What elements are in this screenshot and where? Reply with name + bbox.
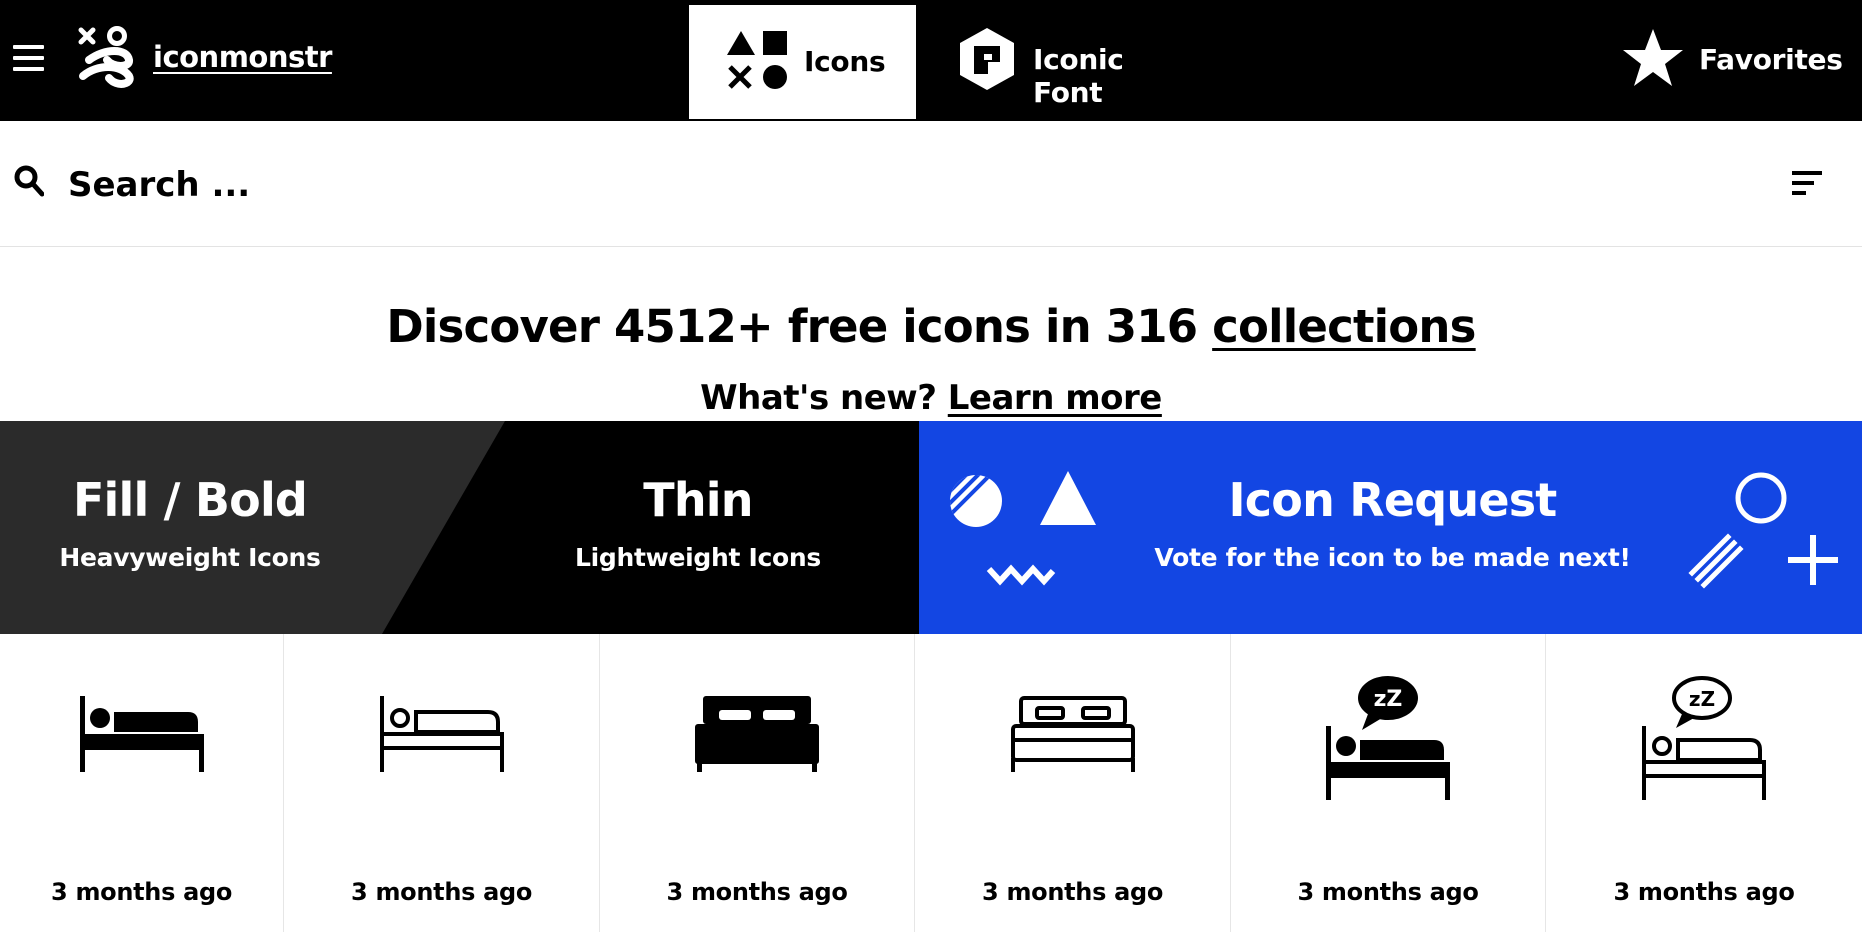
fill-bold-subtitle: Heavyweight Icons xyxy=(59,543,321,572)
svg-text:zZ: zZ xyxy=(1689,687,1715,711)
icon-request-title: Icon Request xyxy=(1228,473,1557,527)
icon-card[interactable]: zZ 3 months ago xyxy=(1546,634,1862,932)
headline-text: Discover 4512+ free icons in 316 xyxy=(386,300,1213,353)
tab-iconic-font-label: Iconic Font xyxy=(1033,43,1124,109)
circle-outline-icon xyxy=(1735,472,1787,524)
tab-favorites[interactable]: Favorites xyxy=(1620,0,1860,121)
page-headline: Discover 4512+ free icons in 316 collect… xyxy=(0,300,1862,353)
tab-icons[interactable]: Icons xyxy=(689,5,916,119)
double-bed-outline-icon xyxy=(1010,696,1135,772)
double-bed-filled-icon xyxy=(695,696,820,772)
fill-bold-title: Fill / Bold xyxy=(72,473,308,527)
iconmonstr-logo-icon[interactable] xyxy=(77,26,139,90)
brand-name[interactable]: iconmonstr xyxy=(153,40,332,74)
learn-more-link[interactable]: Learn more xyxy=(948,378,1163,418)
whats-new-text: What's new? xyxy=(700,378,948,418)
thin-link[interactable]: Thin Lightweight Icons xyxy=(440,421,920,634)
bed-filled-icon xyxy=(79,696,204,772)
icon-card[interactable]: zZ 3 months ago xyxy=(1231,634,1547,932)
shapes-icon xyxy=(727,31,787,89)
icon-timestamp: 3 months ago xyxy=(981,878,1164,906)
collection-banner: Fill / Bold Heavyweight Icons Thin Light… xyxy=(0,421,1862,634)
icon-card[interactable]: 3 months ago xyxy=(915,634,1232,932)
font-hexagon-icon xyxy=(960,28,1014,90)
icon-timestamp: 3 months ago xyxy=(351,878,533,906)
icon-request-subtitle: Vote for the icon to be made next! xyxy=(1154,543,1631,572)
icon-timestamp: 3 months ago xyxy=(50,878,233,906)
icon-timestamp: 3 months ago xyxy=(1297,878,1479,906)
icon-card[interactable]: 3 months ago xyxy=(284,634,601,932)
tab-icons-label: Icons xyxy=(804,45,886,78)
search-input[interactable] xyxy=(68,157,1068,213)
star-icon xyxy=(1623,29,1683,86)
striped-circle-icon xyxy=(950,475,1002,527)
sleeping-filled-icon: zZ xyxy=(1326,676,1451,800)
sleeping-outline-icon: zZ xyxy=(1642,676,1766,800)
icon-card[interactable]: 3 months ago xyxy=(600,634,916,932)
tab-favorites-label: Favorites xyxy=(1699,43,1843,76)
thin-subtitle: Lightweight Icons xyxy=(575,543,821,572)
icon-card[interactable]: 3 months ago xyxy=(0,634,285,932)
filter-sort-icon[interactable] xyxy=(1792,169,1826,201)
collections-link[interactable]: collections xyxy=(1212,300,1476,353)
fill-bold-link[interactable]: Fill / Bold Heavyweight Icons xyxy=(0,421,440,634)
icon-grid: 3 months ago 3 months ago 3 months ago 3… xyxy=(0,634,1862,932)
diagonal-lines-icon xyxy=(1688,533,1744,589)
svg-text:zZ: zZ xyxy=(1374,687,1403,712)
zigzag-icon xyxy=(986,564,1056,586)
plus-icon xyxy=(1788,535,1838,585)
icon-timestamp: 3 months ago xyxy=(1613,878,1795,906)
whats-new-line: What's new? Learn more xyxy=(0,378,1862,418)
icon-timestamp: 3 months ago xyxy=(666,878,848,906)
bed-outline-icon xyxy=(379,696,504,772)
triangle-icon xyxy=(1040,471,1096,525)
icon-request-link[interactable]: Icon Request Vote for the icon to be mad… xyxy=(920,421,1862,634)
search-icon[interactable] xyxy=(14,165,44,197)
thin-title: Thin xyxy=(643,473,753,527)
tab-iconic-font[interactable]: Iconic Font xyxy=(955,0,1195,121)
search-bar xyxy=(0,121,1862,247)
top-navigation: iconmonstr Icons Iconic Font Favorites xyxy=(0,0,1862,121)
menu-icon[interactable] xyxy=(13,45,44,72)
